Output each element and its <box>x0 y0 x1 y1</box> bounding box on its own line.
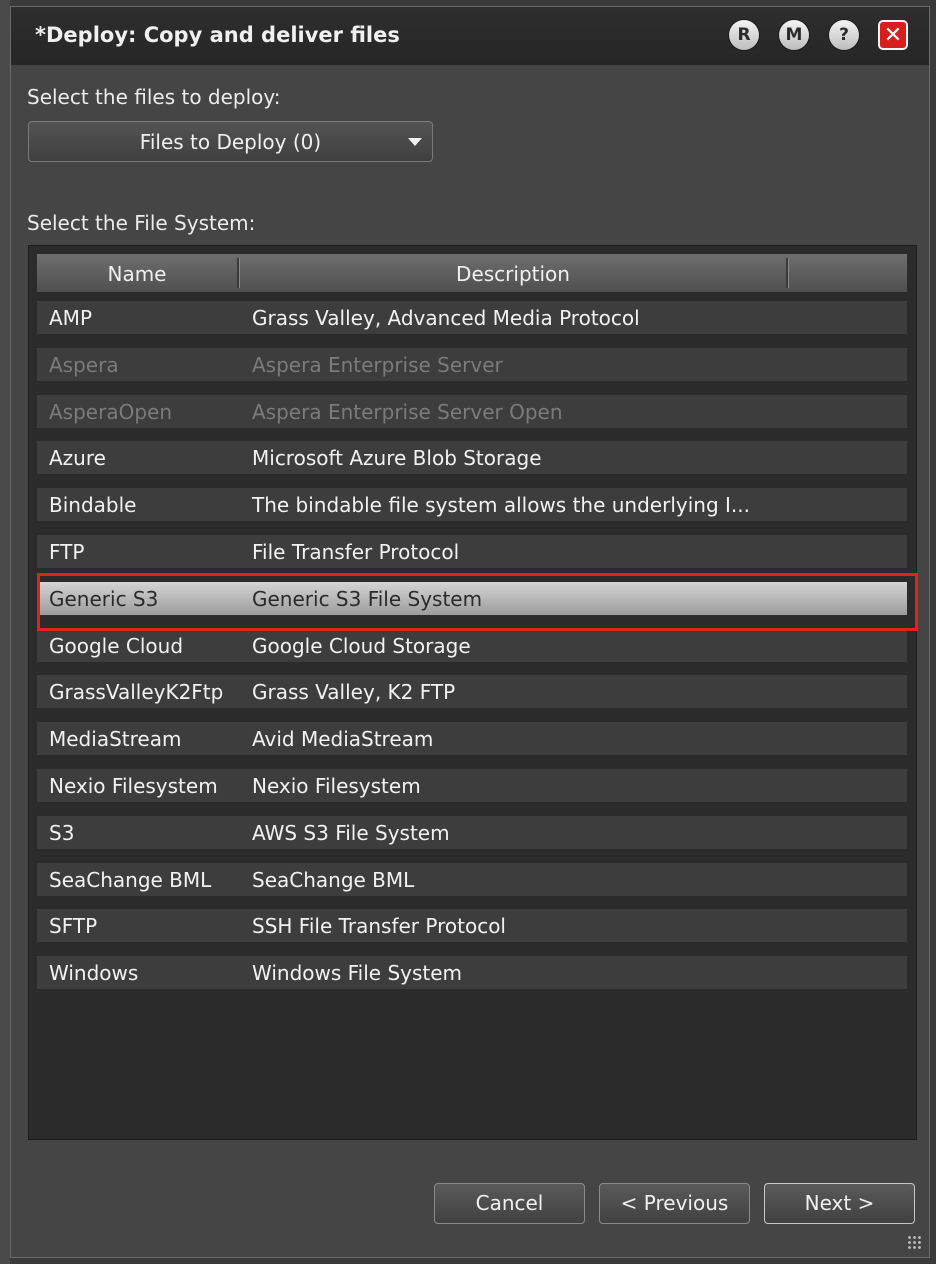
table-row[interactable]: Azure Microsoft Azure Blob Storage <box>37 441 907 474</box>
row-description: Aspera Enterprise Server Open <box>252 400 563 424</box>
files-to-deploy-dropdown[interactable]: Files to Deploy (0) <box>28 121 433 162</box>
row-name: SeaChange BML <box>49 868 212 892</box>
table-row[interactable]: FTP File Transfer Protocol <box>37 535 907 568</box>
files-label: Select the files to deploy: <box>27 85 281 109</box>
row-description: Microsoft Azure Blob Storage <box>252 446 542 470</box>
row-name: FTP <box>49 540 85 564</box>
table-row[interactable]: SeaChange BML SeaChange BML <box>37 863 907 896</box>
column-header-name[interactable]: Name <box>37 262 237 286</box>
file-system-label: Select the File System: <box>27 211 256 235</box>
help-button[interactable]: ? <box>829 20 859 50</box>
row-description: Avid MediaStream <box>252 727 434 751</box>
column-separator[interactable] <box>786 258 789 288</box>
row-name: Google Cloud <box>49 634 184 658</box>
table-row[interactable]: Generic S3 Generic S3 File System <box>37 582 907 615</box>
previous-button[interactable]: < Previous <box>599 1183 750 1224</box>
table-row[interactable]: Aspera Aspera Enterprise Server <box>37 348 907 381</box>
table-row[interactable]: Bindable The bindable file system allows … <box>37 488 907 521</box>
row-name: GrassValleyK2Ftp <box>49 680 224 704</box>
row-description: Google Cloud Storage <box>252 634 471 658</box>
background-window <box>0 0 10 1264</box>
deploy-dialog: *Deploy: Copy and deliver files R M ? ✕ … <box>10 6 930 1258</box>
row-name: Aspera <box>49 353 119 377</box>
row-name: Bindable <box>49 493 137 517</box>
cancel-button[interactable]: Cancel <box>434 1183 585 1224</box>
column-header-description[interactable]: Description <box>240 262 786 286</box>
r-button[interactable]: R <box>729 20 759 50</box>
next-button[interactable]: Next > <box>764 1183 915 1224</box>
table-row[interactable]: SFTP SSH File Transfer Protocol <box>37 909 907 942</box>
table-row[interactable]: GrassValleyK2Ftp Grass Valley, K2 FTP <box>37 675 907 708</box>
row-description: File Transfer Protocol <box>252 540 460 564</box>
row-name: Azure <box>49 446 106 470</box>
table-row[interactable]: MediaStream Avid MediaStream <box>37 722 907 755</box>
table-row[interactable]: Google Cloud Google Cloud Storage <box>37 629 907 662</box>
dialog-titlebar[interactable]: *Deploy: Copy and deliver files R M ? ✕ <box>11 7 929 65</box>
resize-grip-icon[interactable] <box>907 1235 923 1251</box>
table-row[interactable]: AMP Grass Valley, Advanced Media Protocol <box>37 301 907 334</box>
close-button[interactable]: ✕ <box>878 20 908 50</box>
row-description: The bindable file system allows the unde… <box>252 493 750 517</box>
file-system-grid[interactable]: Name Description AMP Grass Valley, Advanc… <box>28 245 917 1140</box>
row-description: SeaChange BML <box>252 868 415 892</box>
chevron-down-icon <box>408 138 422 146</box>
row-name: S3 <box>49 821 75 845</box>
row-name: SFTP <box>49 914 98 938</box>
row-description: SSH File Transfer Protocol <box>252 914 506 938</box>
row-description: Grass Valley, K2 FTP <box>252 680 456 704</box>
table-row[interactable]: Nexio Filesystem Nexio Filesystem <box>37 769 907 802</box>
grid-header: Name Description <box>37 254 907 292</box>
row-description: Generic S3 File System <box>252 587 483 611</box>
close-icon: ✕ <box>883 22 903 48</box>
row-name: AMP <box>49 306 92 330</box>
row-name: Generic S3 <box>49 587 159 611</box>
table-row[interactable]: Windows Windows File System <box>37 956 907 989</box>
row-name: MediaStream <box>49 727 182 751</box>
table-row[interactable]: AsperaOpen Aspera Enterprise Server Open <box>37 395 907 428</box>
row-description: Aspera Enterprise Server <box>252 353 503 377</box>
m-button[interactable]: M <box>779 20 809 50</box>
row-name: Windows <box>49 961 139 985</box>
row-description: AWS S3 File System <box>252 821 450 845</box>
row-description: Grass Valley, Advanced Media Protocol <box>252 306 640 330</box>
row-name: Nexio Filesystem <box>49 774 218 798</box>
table-row[interactable]: S3 AWS S3 File System <box>37 816 907 849</box>
row-description: Nexio Filesystem <box>252 774 421 798</box>
row-description: Windows File System <box>252 961 463 985</box>
dialog-title: *Deploy: Copy and deliver files <box>35 23 400 47</box>
files-dropdown-value: Files to Deploy (0) <box>139 130 322 154</box>
row-name: AsperaOpen <box>49 400 172 424</box>
